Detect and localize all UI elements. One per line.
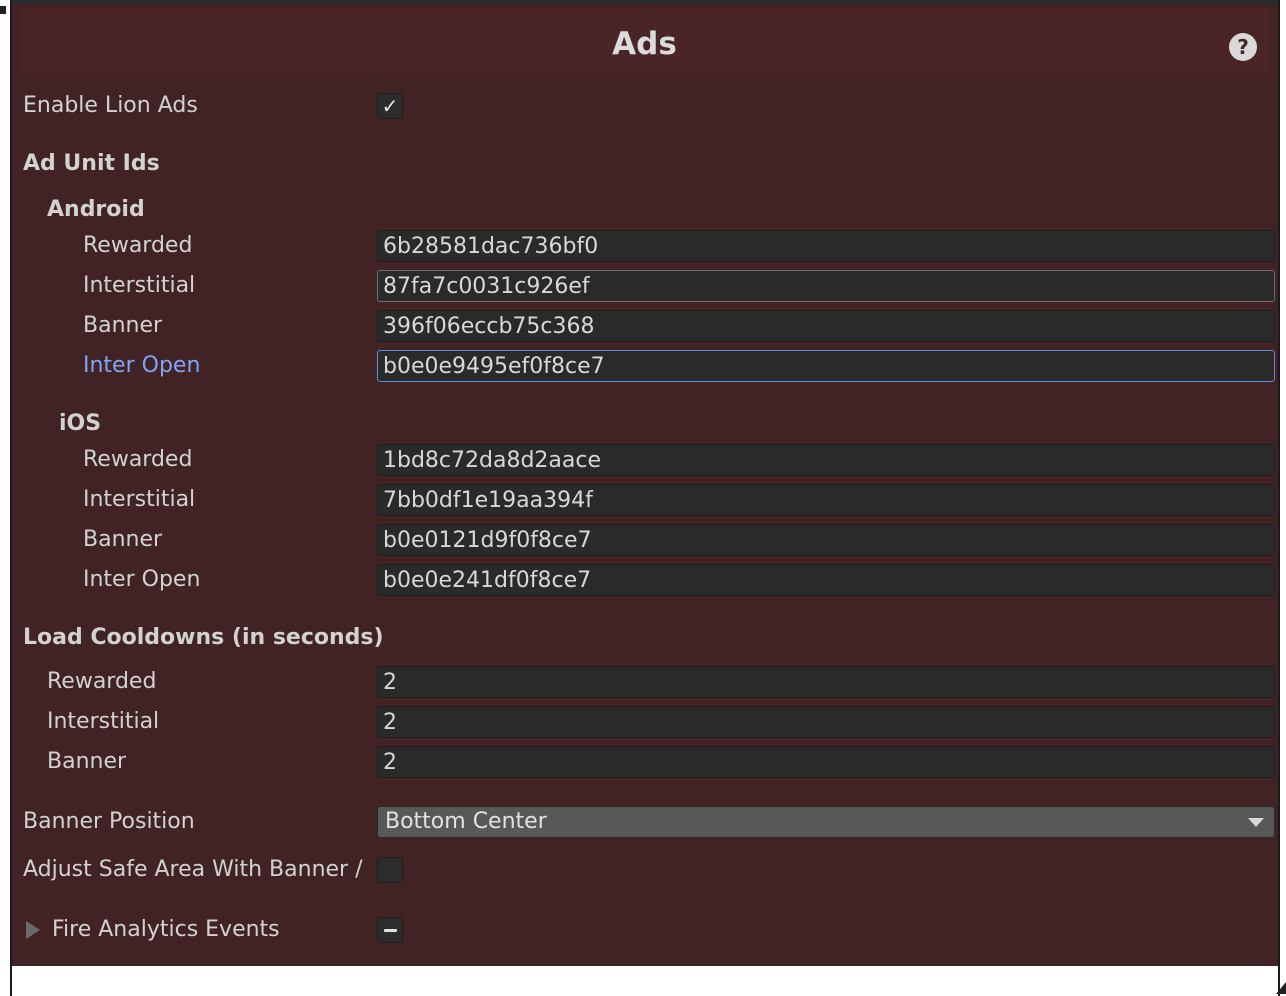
adjust-safe-area-checkbox[interactable] xyxy=(377,857,403,883)
ios-rewarded-field[interactable]: 1bd8c72da8d2aace xyxy=(377,444,1275,476)
android-inter-open-label: Inter Open xyxy=(83,353,201,378)
ios-interstitial-label: Interstitial xyxy=(83,487,196,512)
fire-analytics-events-checkbox[interactable] xyxy=(377,917,403,943)
foldout-arrow-icon[interactable] xyxy=(26,921,40,939)
cooldown-interstitial-label: Interstitial xyxy=(47,709,160,734)
enable-lion-ads-label: Enable Lion Ads xyxy=(23,93,198,118)
android-rewarded-label: Rewarded xyxy=(83,233,193,258)
checkmark-icon: ✓ xyxy=(381,94,399,118)
android-interstitial-label: Interstitial xyxy=(83,273,196,298)
mixed-state-icon xyxy=(384,929,397,932)
ads-header: Ads ? xyxy=(20,8,1269,72)
adjust-safe-area-label: Adjust Safe Area With Banner / xyxy=(23,857,363,882)
cooldown-rewarded-field[interactable]: 2 xyxy=(377,666,1275,698)
banner-position-value: Bottom Center xyxy=(385,809,547,834)
cooldown-rewarded-label: Rewarded xyxy=(47,669,157,694)
window-left-border xyxy=(0,0,12,996)
android-heading: Android xyxy=(47,197,145,222)
page-title: Ads xyxy=(612,26,677,62)
ios-banner-field[interactable]: b0e0121d9f0f8ce7 xyxy=(377,524,1275,556)
android-rewarded-field[interactable]: 6b28581dac736bf0 xyxy=(377,230,1275,262)
window-right-border xyxy=(1278,0,1286,996)
banner-position-label: Banner Position xyxy=(23,809,195,834)
android-banner-field[interactable]: 396f06eccb75c368 xyxy=(377,310,1275,342)
android-banner-label: Banner xyxy=(83,313,163,338)
ads-inspector-panel: Ads ? Enable Lion Ads ✓ Ad Unit Ids Andr… xyxy=(12,4,1278,966)
chevron-down-icon xyxy=(1248,818,1264,827)
resize-corner-icon[interactable] xyxy=(1276,982,1286,994)
ios-inter-open-label: Inter Open xyxy=(83,567,201,592)
ios-heading: iOS xyxy=(59,411,102,436)
ios-inter-open-field[interactable]: b0e0e241df0f8ce7 xyxy=(377,564,1275,596)
ios-interstitial-field[interactable]: 7bb0df1e19aa394f xyxy=(377,484,1275,516)
cooldown-banner-label: Banner xyxy=(47,749,127,774)
window-corner-marker xyxy=(0,6,6,14)
enable-lion-ads-checkbox[interactable]: ✓ xyxy=(377,93,403,119)
ios-rewarded-label: Rewarded xyxy=(83,447,193,472)
cooldown-banner-field[interactable]: 2 xyxy=(377,746,1275,778)
android-inter-open-field[interactable]: b0e0e9495ef0f8ce7 xyxy=(377,350,1275,382)
load-cooldowns-heading: Load Cooldowns (in seconds) xyxy=(23,625,384,650)
help-icon[interactable]: ? xyxy=(1229,33,1257,61)
ad-unit-ids-heading: Ad Unit Ids xyxy=(23,151,160,176)
banner-position-dropdown[interactable]: Bottom Center xyxy=(377,806,1275,838)
fire-analytics-events-label[interactable]: Fire Analytics Events xyxy=(52,917,280,942)
ios-banner-label: Banner xyxy=(83,527,163,552)
cooldown-interstitial-field[interactable]: 2 xyxy=(377,706,1275,738)
android-interstitial-field[interactable]: 87fa7c0031c926ef xyxy=(377,270,1275,302)
